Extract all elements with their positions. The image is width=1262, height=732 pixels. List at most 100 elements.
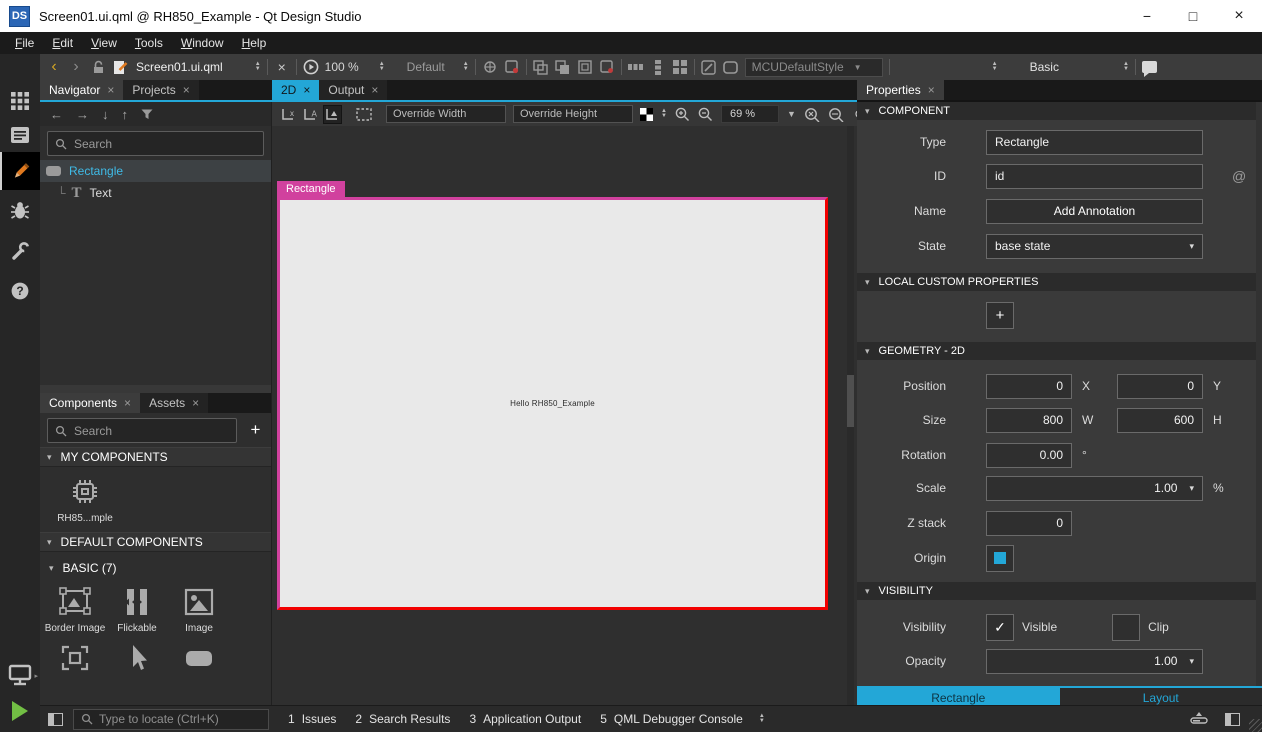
theme-selector[interactable]: Basic xyxy=(1030,60,1059,74)
navigator-search-input[interactable] xyxy=(74,137,256,151)
state-dropdown[interactable]: base state ▾ xyxy=(986,234,1203,259)
show-bounds-icon[interactable] xyxy=(356,105,372,124)
annotation-at-icon[interactable]: @ xyxy=(1232,168,1246,184)
form-editor-canvas[interactable]: Rectangle Hello RH850_Example xyxy=(272,126,857,705)
edit-document-icon[interactable] xyxy=(112,58,128,76)
canvas-scrollbar[interactable] xyxy=(847,126,854,705)
id-input[interactable] xyxy=(986,164,1203,189)
tree-item-rectangle[interactable]: Rectangle xyxy=(40,160,271,182)
zoom-fit-icon[interactable] xyxy=(828,107,844,122)
columns-layout-icon[interactable] xyxy=(628,58,644,76)
my-components-header[interactable]: ▾ MY COMPONENTS xyxy=(40,447,271,467)
component-rectangle[interactable] xyxy=(168,643,230,673)
move-down-icon[interactable]: ↓ xyxy=(102,107,109,122)
paste-icon[interactable] xyxy=(555,58,571,76)
debug-mode-icon[interactable] xyxy=(0,194,40,228)
close-document-icon[interactable]: × xyxy=(274,58,290,76)
position-x-input[interactable] xyxy=(986,374,1072,399)
select-outline-icon[interactable] xyxy=(577,58,593,76)
close-icon[interactable]: × xyxy=(107,83,114,97)
issues-pane-button[interactable]: 1Issues xyxy=(288,712,336,726)
application-output-pane-button[interactable]: 3Application Output xyxy=(469,712,581,726)
tab-rectangle-properties[interactable]: Rectangle xyxy=(857,688,1060,705)
add-module-button[interactable]: + xyxy=(244,418,267,442)
open-document-name[interactable]: Screen01.ui.qml xyxy=(136,60,223,74)
zoom-selection-icon[interactable] xyxy=(804,107,820,122)
zoom-in-icon[interactable] xyxy=(675,107,690,122)
component-section-header[interactable]: ▾ COMPONENT xyxy=(857,102,1262,120)
tree-item-text[interactable]: └ T Text xyxy=(40,182,271,204)
menu-window[interactable]: Window xyxy=(172,33,233,53)
zstack-input[interactable] xyxy=(986,511,1072,536)
rows-layout-icon[interactable] xyxy=(650,58,666,76)
menu-edit[interactable]: Edit xyxy=(43,33,82,53)
zoom-spinner[interactable]: ▲▼ xyxy=(379,62,385,72)
zoom-dropdown-caret-icon[interactable]: ▼ xyxy=(787,109,796,119)
local-custom-properties-header[interactable]: ▾ LOCAL CUSTOM PROPERTIES xyxy=(857,273,1262,291)
menu-view[interactable]: View xyxy=(82,33,126,53)
no-snapping-icon[interactable]: x xyxy=(279,105,298,124)
clip-checkbox[interactable] xyxy=(1112,614,1140,641)
canvas-color-spinner[interactable]: ▲▼ xyxy=(661,109,667,119)
minimize-button[interactable]: − xyxy=(1124,0,1170,32)
tab-assets[interactable]: Assets× xyxy=(140,393,208,413)
design-mode-icon[interactable] xyxy=(0,152,40,190)
delete-item-icon[interactable] xyxy=(599,58,615,76)
zoom-out-icon[interactable] xyxy=(698,107,713,122)
tab-navigator[interactable]: Navigator× xyxy=(40,80,123,100)
component-item[interactable] xyxy=(44,643,106,673)
move-left-icon[interactable]: ← xyxy=(50,107,63,122)
component-image[interactable]: Image xyxy=(168,587,230,634)
search-results-pane-button[interactable]: 2Search Results xyxy=(355,712,450,726)
close-icon[interactable]: × xyxy=(371,83,378,97)
tab-2d[interactable]: 2D× xyxy=(272,80,319,100)
close-icon[interactable]: × xyxy=(183,83,190,97)
visible-checkbox[interactable]: ✓ xyxy=(986,614,1014,641)
size-h-input[interactable] xyxy=(1117,408,1203,433)
style-spinner[interactable]: ▲▼ xyxy=(992,62,998,72)
close-icon[interactable]: × xyxy=(928,83,935,97)
forward-icon[interactable]: › xyxy=(68,58,84,76)
document-spinner[interactable]: ▲▼ xyxy=(255,62,261,72)
design-text-item[interactable]: Hello RH850_Example xyxy=(510,399,595,408)
export-icon[interactable] xyxy=(504,58,520,76)
component-rh850-example[interactable]: RH85...mple xyxy=(52,476,118,524)
toggle-left-sidebar-icon[interactable] xyxy=(48,713,63,726)
tab-layout-properties[interactable]: Layout xyxy=(1060,688,1262,705)
scale-dropdown[interactable]: 1.00 ▾ xyxy=(986,476,1203,501)
annotation-icon[interactable] xyxy=(482,58,498,76)
welcome-mode-icon[interactable] xyxy=(0,84,40,118)
maximize-button[interactable]: □ xyxy=(1170,0,1216,32)
locator-input[interactable] xyxy=(99,712,261,726)
close-icon[interactable]: × xyxy=(124,396,131,410)
tools-wrench-icon[interactable] xyxy=(0,234,40,268)
override-height-input[interactable] xyxy=(513,105,633,123)
properties-scrollbar[interactable] xyxy=(1256,102,1262,705)
target-spinner[interactable]: ▲▼ xyxy=(463,62,469,72)
tab-components[interactable]: Components× xyxy=(40,393,140,413)
move-right-icon[interactable]: → xyxy=(76,107,89,122)
edit-component-icon[interactable] xyxy=(701,58,717,76)
zoom-level-value[interactable]: 69 % xyxy=(721,105,779,123)
menu-file[interactable]: File xyxy=(6,33,43,53)
design-rectangle[interactable]: Hello RH850_Example xyxy=(277,197,828,610)
origin-selector-button[interactable] xyxy=(986,545,1014,572)
basic-components-header[interactable]: ▾ BASIC (7) xyxy=(40,558,271,578)
copy-icon[interactable] xyxy=(533,58,549,76)
component-frame-icon[interactable] xyxy=(723,58,739,76)
default-components-header[interactable]: ▾ DEFAULT COMPONENTS xyxy=(40,532,271,552)
output-pane-spinner[interactable]: ▲▼ xyxy=(759,714,765,724)
component-border-image[interactable]: Border Image xyxy=(44,587,106,634)
component-flickable[interactable]: Flickable xyxy=(106,587,168,634)
canvas-color-icon[interactable] xyxy=(640,108,653,121)
add-custom-property-button[interactable]: + xyxy=(986,302,1014,329)
size-w-input[interactable] xyxy=(986,408,1072,433)
position-y-input[interactable] xyxy=(1117,374,1203,399)
tab-output[interactable]: Output× xyxy=(319,80,387,100)
kit-selector-monitor-icon[interactable]: ▸ xyxy=(0,658,40,692)
run-button[interactable] xyxy=(0,694,40,728)
panel-splitter[interactable] xyxy=(40,385,272,393)
toggle-right-sidebar-icon[interactable] xyxy=(1225,713,1240,726)
close-button[interactable]: × xyxy=(1216,0,1262,32)
add-annotation-button[interactable]: Add Annotation xyxy=(986,199,1203,224)
